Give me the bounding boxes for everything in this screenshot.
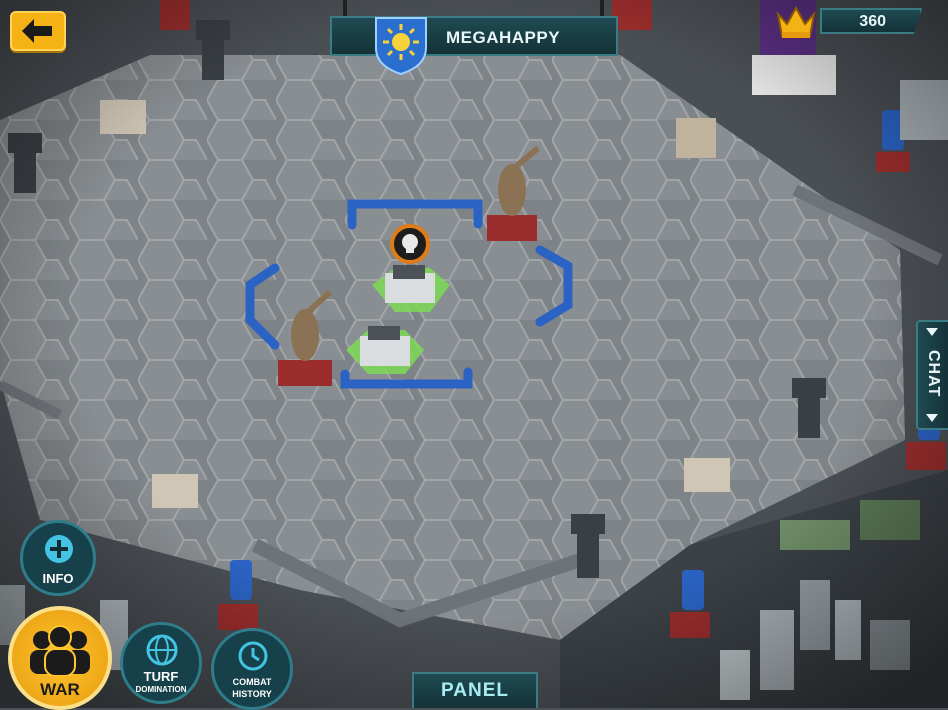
panel-button[interactable]: PANEL — [412, 672, 538, 708]
info-button[interactable]: INFO — [20, 520, 96, 596]
domination-label: DOMINATION — [135, 685, 187, 694]
turf-domination-button[interactable]: TURF DOMINATION — [120, 622, 202, 704]
history-label: HISTORY — [232, 689, 272, 699]
war-button[interactable]: WAR — [8, 606, 112, 710]
player-banner: MEGAHAPPY — [330, 16, 618, 76]
back-button[interactable] — [10, 11, 66, 51]
chat-label: CHAT — [925, 350, 942, 398]
war-label: WAR — [40, 680, 80, 699]
game-map[interactable] — [0, 0, 948, 708]
group-icon — [30, 625, 90, 676]
sun-emblem-icon — [375, 17, 427, 76]
history-clock-icon — [238, 641, 268, 671]
crown-icon — [776, 6, 816, 38]
globe-icon — [146, 634, 178, 666]
player-name: MEGAHAPPY — [446, 28, 561, 47]
info-label: INFO — [42, 571, 74, 586]
plus-icon — [45, 535, 73, 563]
combat-history-button[interactable]: COMBAT HISTORY — [211, 628, 293, 710]
chevron-down-icon — [926, 328, 938, 336]
panel-label: PANEL — [441, 680, 509, 701]
chevron-down-icon — [926, 414, 938, 422]
currency-counter: 360 — [820, 8, 922, 34]
arrow-left-icon — [22, 19, 52, 43]
combat-label: COMBAT — [232, 677, 272, 687]
chat-tab[interactable]: CHAT — [916, 320, 948, 430]
turf-label: TURF — [143, 669, 179, 684]
currency-value: 360 — [859, 13, 886, 30]
